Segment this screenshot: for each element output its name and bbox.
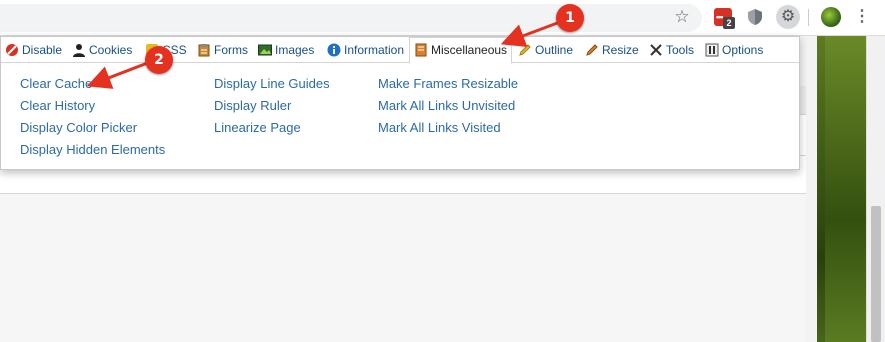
information-icon — [327, 43, 341, 57]
shield-extension-icon[interactable] — [746, 8, 764, 26]
menu-item-display-line-guides[interactable]: Display Line Guides — [214, 73, 330, 95]
menu-item-clear-history[interactable]: Clear History — [20, 95, 165, 117]
scrollbar-thumb[interactable] — [871, 206, 881, 342]
callout-badge-1: 1 — [556, 4, 584, 32]
browser-menu-icon[interactable]: ⋮ — [854, 5, 870, 29]
profile-avatar[interactable] — [821, 7, 841, 27]
menu-column-3: Make Frames Resizable Mark All Links Unv… — [378, 73, 518, 139]
extension-icon[interactable]: ••• 2 — [714, 8, 735, 29]
tools-icon — [649, 43, 663, 57]
images-icon — [258, 43, 272, 57]
tab-information[interactable]: Information — [327, 40, 404, 63]
tab-images[interactable]: Images — [258, 40, 314, 63]
web-developer-extension-icon[interactable]: ⚙ — [776, 5, 800, 29]
forms-icon — [197, 43, 211, 57]
menu-column-2: Display Line Guides Display Ruler Linear… — [214, 73, 330, 139]
tab-resize[interactable]: Resize — [585, 40, 639, 63]
menu-item-display-color-picker[interactable]: Display Color Picker — [20, 117, 165, 139]
tab-forms[interactable]: Forms — [197, 40, 248, 63]
menu-item-make-frames-resizable[interactable]: Make Frames Resizable — [378, 73, 518, 95]
extension-badge: 2 — [723, 17, 735, 29]
miscellaneous-icon — [414, 41, 428, 57]
popup-tabs: Disable Cookies CSS Forms Images Informa… — [1, 37, 799, 64]
tab-disable[interactable]: Disable — [5, 40, 62, 63]
editor-content-area[interactable] — [0, 194, 806, 342]
tab-cookies[interactable]: Cookies — [72, 40, 132, 63]
tab-options[interactable]: Options — [705, 40, 763, 63]
menu-item-display-hidden-elements[interactable]: Display Hidden Elements — [20, 139, 165, 161]
callout-badge-2: 2 — [145, 46, 173, 74]
options-icon — [705, 43, 719, 57]
cookies-icon — [72, 43, 86, 57]
disable-icon — [5, 43, 19, 57]
tab-outline[interactable]: Outline — [518, 40, 573, 63]
menu-item-linearize-page[interactable]: Linearize Page — [214, 117, 330, 139]
bookmark-star-icon[interactable]: ☆ — [672, 7, 692, 27]
menu-item-mark-all-links-unvisited[interactable]: Mark All Links Unvisited — [378, 95, 518, 117]
page-scrollbar[interactable] — [866, 36, 885, 342]
outline-icon — [518, 43, 532, 57]
tab-tools[interactable]: Tools — [649, 40, 694, 63]
web-developer-popup: Disable Cookies CSS Forms Images Informa… — [0, 36, 800, 170]
menu-column-1: Clear Cache Clear History Display Color … — [20, 73, 165, 161]
address-bar[interactable] — [0, 4, 702, 32]
resize-icon — [585, 43, 599, 57]
tab-miscellaneous[interactable]: Miscellaneous — [409, 37, 513, 64]
browser-toolbar: ☆ ••• 2 ⚙ ⋮ — [0, 0, 885, 36]
menu-item-display-ruler[interactable]: Display Ruler — [214, 95, 330, 117]
menu-item-mark-all-links-visited[interactable]: Mark All Links Visited — [378, 117, 518, 139]
menu-item-clear-cache[interactable]: Clear Cache — [20, 73, 165, 95]
toolbar-separator — [808, 9, 809, 26]
